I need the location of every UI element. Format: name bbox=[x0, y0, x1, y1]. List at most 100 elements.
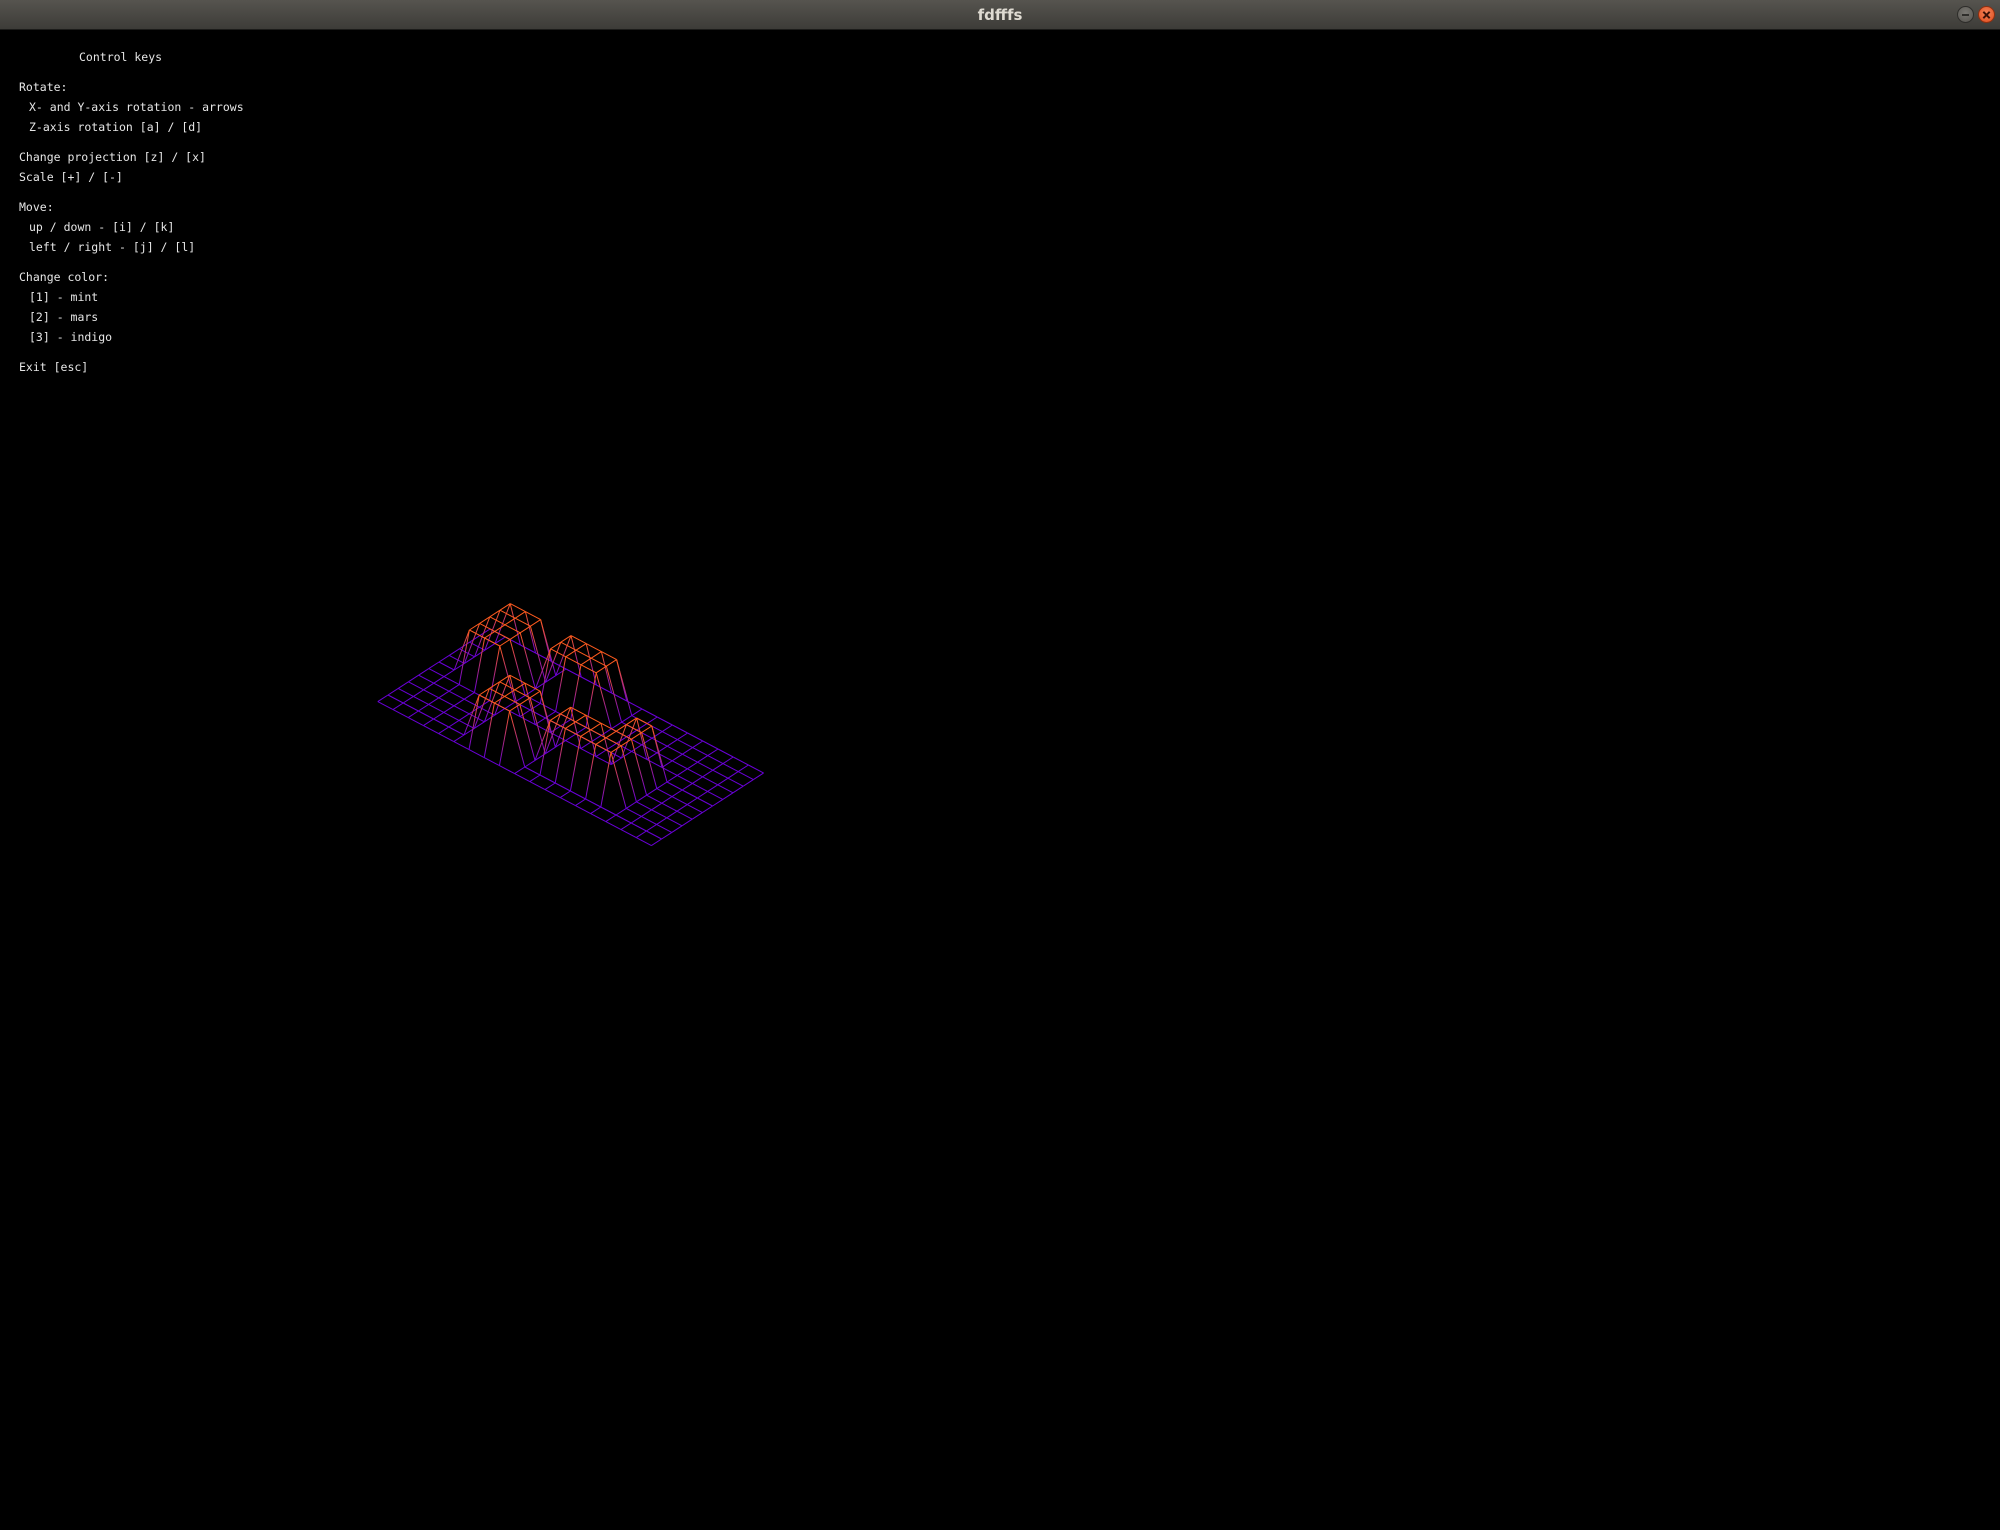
wire-segment bbox=[656, 817, 668, 825]
wire-segment bbox=[519, 716, 536, 726]
wire-segment bbox=[600, 651, 613, 694]
wire-segment bbox=[519, 625, 531, 634]
wire-segment bbox=[509, 674, 526, 684]
wire-segment bbox=[433, 676, 445, 684]
wire-segment bbox=[438, 690, 450, 699]
wire-segment bbox=[504, 701, 516, 710]
wire-segment bbox=[407, 717, 424, 727]
wire-segment bbox=[458, 684, 475, 694]
wire-segment bbox=[509, 710, 526, 768]
wire-segment bbox=[428, 697, 440, 705]
wire-segment bbox=[413, 695, 429, 705]
wire-segment bbox=[570, 664, 582, 720]
wire-segment bbox=[712, 763, 724, 771]
wire-segment bbox=[499, 638, 511, 647]
rotate-title: Rotate: bbox=[19, 80, 68, 94]
wire-segment bbox=[524, 611, 537, 654]
wire-segment bbox=[575, 805, 591, 815]
wire-segment bbox=[585, 744, 597, 800]
wire-segment bbox=[585, 643, 602, 653]
wire-segment bbox=[554, 782, 571, 792]
wire-segment bbox=[418, 668, 430, 676]
wire-segment bbox=[530, 619, 541, 627]
wire-segment bbox=[402, 702, 419, 712]
wire-segment bbox=[544, 789, 561, 799]
wire-segment bbox=[712, 798, 724, 807]
wire-segment bbox=[448, 648, 460, 656]
wire-segment bbox=[509, 603, 526, 613]
wire-segment bbox=[458, 713, 470, 721]
wire-segment bbox=[524, 766, 541, 776]
wire-segment bbox=[539, 691, 556, 748]
wire-segment bbox=[590, 651, 602, 659]
wire-segment bbox=[575, 643, 587, 651]
wire-segment bbox=[630, 822, 647, 832]
wire-segment bbox=[580, 729, 592, 737]
wire-segment bbox=[676, 774, 693, 784]
wire-segment bbox=[519, 697, 531, 705]
wire-segment bbox=[666, 745, 683, 755]
minimize-icon[interactable] bbox=[1957, 6, 1974, 23]
wire-segment bbox=[433, 682, 450, 692]
wire-segment bbox=[525, 611, 541, 621]
title-bar[interactable]: fdfffs bbox=[0, 0, 2000, 30]
wire-segment bbox=[387, 687, 399, 696]
wire-segment bbox=[504, 624, 521, 634]
move-title: Move: bbox=[19, 200, 54, 214]
wire-segment bbox=[580, 741, 592, 750]
wire-segment bbox=[671, 796, 688, 806]
wire-segment bbox=[641, 815, 657, 825]
wire-segment bbox=[529, 690, 541, 699]
wire-segment bbox=[423, 718, 434, 727]
wire-segment bbox=[646, 716, 658, 725]
wire-segment bbox=[514, 773, 531, 783]
wire-segment bbox=[717, 777, 729, 786]
wire-segment bbox=[712, 769, 729, 779]
wire-segment bbox=[554, 728, 566, 784]
wire-segment bbox=[529, 697, 546, 754]
wire-segment bbox=[605, 821, 622, 831]
wire-segment bbox=[748, 764, 764, 774]
wire-segment bbox=[453, 629, 470, 671]
wire-segment bbox=[687, 732, 704, 742]
wire-segment bbox=[646, 794, 663, 804]
wire-segment bbox=[651, 802, 663, 811]
wire-segment bbox=[418, 674, 435, 684]
wire-segment bbox=[448, 684, 460, 692]
wire-segment bbox=[570, 790, 586, 800]
render-canvas[interactable]: Control keys Rotate: X- and Y-axis rotat… bbox=[0, 30, 2000, 1530]
wire-segment bbox=[539, 774, 556, 784]
wire-segment bbox=[590, 722, 602, 731]
close-icon[interactable] bbox=[1978, 6, 1995, 23]
wire-segment bbox=[590, 806, 602, 815]
wire-segment bbox=[666, 739, 678, 747]
wire-segment bbox=[722, 792, 734, 800]
wire-segment bbox=[656, 716, 673, 726]
wire-segment bbox=[559, 790, 571, 799]
wire-segment bbox=[402, 695, 414, 704]
wire-segment bbox=[565, 656, 582, 666]
wire-segment bbox=[504, 617, 516, 626]
wire-segment bbox=[676, 804, 688, 812]
wire-segment bbox=[448, 726, 465, 736]
wire-segment bbox=[666, 810, 678, 819]
rotate-xy-hint: X- and Y-axis rotation - arrows bbox=[29, 100, 244, 114]
wire-segment bbox=[483, 757, 500, 767]
wire-segment bbox=[646, 788, 658, 796]
wire-segment bbox=[661, 831, 673, 840]
wire-segment bbox=[595, 665, 607, 674]
wire-segment bbox=[722, 763, 739, 773]
wire-segment bbox=[737, 764, 749, 773]
wire-segment bbox=[413, 689, 424, 697]
wire-segment bbox=[438, 726, 450, 735]
wire-segment bbox=[702, 776, 719, 786]
wire-segment bbox=[559, 797, 576, 807]
wire-segment bbox=[438, 661, 455, 671]
color-option-mars: [2] - mars bbox=[29, 310, 99, 324]
wire-segment bbox=[656, 788, 673, 798]
wire-segment bbox=[625, 807, 642, 817]
wire-segment bbox=[641, 732, 658, 789]
wire-segment bbox=[418, 703, 429, 712]
wire-segment bbox=[692, 747, 709, 757]
wire-segment bbox=[438, 697, 455, 707]
